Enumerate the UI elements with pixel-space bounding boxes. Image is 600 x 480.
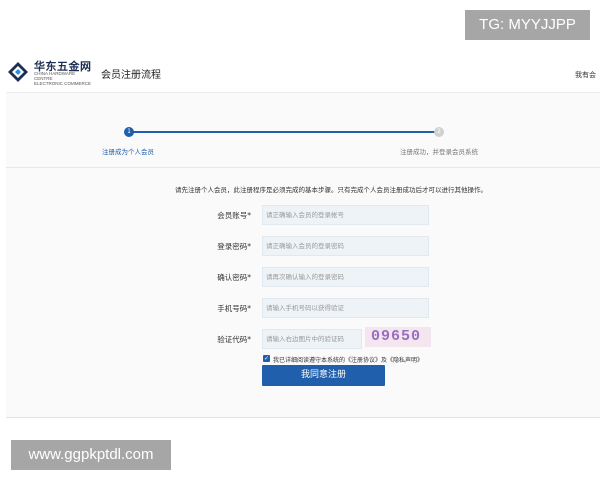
phone-input[interactable]: 请输入手机号码以获得验证 xyxy=(262,298,429,318)
confirm-password-input[interactable]: 请再次确认输入的登录密码 xyxy=(262,267,429,287)
captcha-label: 验证代码* xyxy=(217,335,251,344)
page-title: 会员注册流程 xyxy=(101,70,161,81)
registration-notice: 请先注册个人会员，此注册程序是必须完成的基本步骤。只有完成个人会员注册成功后才可… xyxy=(175,186,487,194)
account-input[interactable]: 请正确输入会员的登录帐号 xyxy=(262,205,429,225)
watermark-top: TG: MYYJJPP xyxy=(465,10,590,40)
section-divider xyxy=(6,167,600,168)
step-2-label: 注册成功，并登录会员系统 xyxy=(400,148,478,156)
password-label: 登录密码* xyxy=(217,242,251,251)
agree-terms-text: 我已详细阅读遵守本系统的《注册协议》及《隐私声明》 xyxy=(273,357,424,364)
account-label: 会员账号* xyxy=(217,211,251,220)
site-header: 华东五金网 CHINA HARDWARE CENTRE ELECTRONIC C… xyxy=(0,50,600,92)
logo-subtitle-line1: CHINA HARDWARE CENTRE xyxy=(34,71,76,81)
progress-line xyxy=(130,131,437,133)
password-input[interactable]: 请正确输入会员的登录密码 xyxy=(262,236,429,256)
confirm-password-label: 确认密码* xyxy=(217,273,251,282)
captcha-code: 09650 xyxy=(371,328,422,345)
have-account-link[interactable]: 我有会 xyxy=(575,70,596,80)
logo-subtitle: CHINA HARDWARE CENTRE ELECTRONIC COMMERC… xyxy=(34,71,94,86)
logo-subtitle-line2: ELECTRONIC COMMERCE xyxy=(34,81,92,86)
agree-register-button[interactable]: 我同意注册 xyxy=(262,365,385,386)
step-1-label: 注册成为个人会员 xyxy=(102,148,154,156)
step-2-indicator: 2 xyxy=(434,127,444,137)
captcha-input[interactable]: 请输入右边图片中的验证码 xyxy=(262,329,362,349)
site-logo-icon[interactable] xyxy=(6,60,30,84)
captcha-image[interactable]: 09650 xyxy=(365,327,431,347)
phone-label: 手机号码* xyxy=(217,304,251,313)
watermark-bottom: www.ggpkptdl.com xyxy=(11,440,171,470)
agree-checkbox[interactable]: ✓ xyxy=(263,355,270,362)
step-1-indicator: 1 xyxy=(124,127,134,137)
